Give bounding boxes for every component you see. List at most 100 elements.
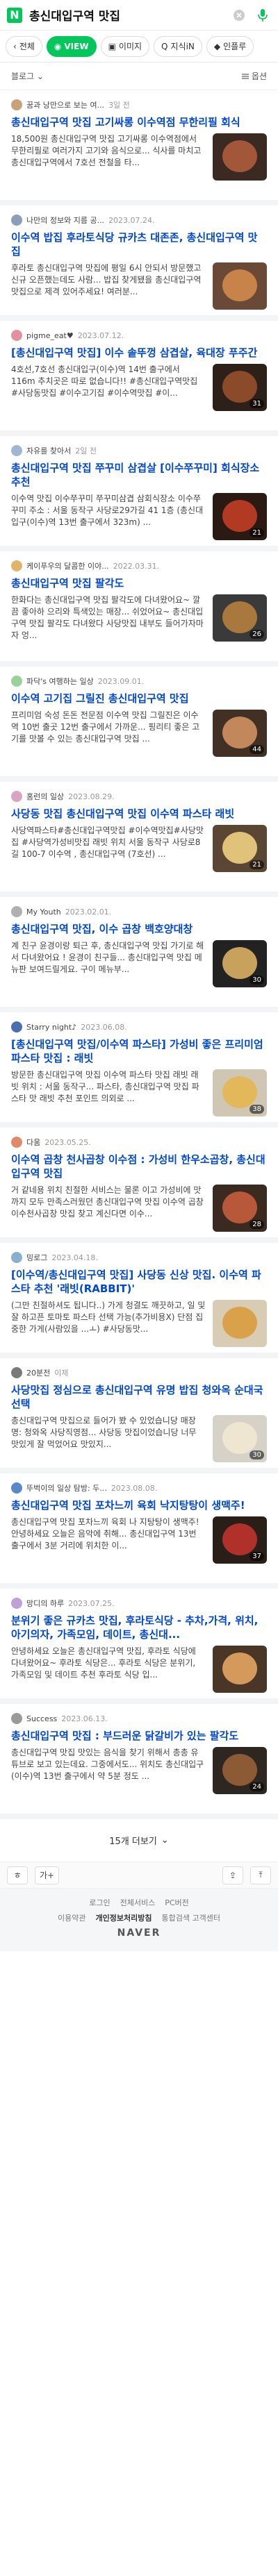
result-title-link[interactable]: 총신대입구역 맛집 : 부드러운 닭갈비가 있는 팔각도: [11, 1729, 267, 1743]
author-name[interactable]: 20분전: [26, 1367, 50, 1378]
naver-logo[interactable]: N: [7, 7, 22, 23]
avatar[interactable]: [11, 215, 22, 226]
footer-link[interactable]: 이용약관: [58, 1912, 85, 1923]
avatar[interactable]: [11, 330, 22, 341]
author-name[interactable]: My Youth: [26, 908, 61, 917]
footer-link[interactable]: 로그인: [89, 1897, 110, 1908]
result-thumbnail[interactable]: 30: [213, 1415, 267, 1462]
result-snippet[interactable]: 안녕하세요 오늘은 총신대입구역 맛집, 후라토 식당에 다녀왔어요~ 후라토 …: [11, 1646, 206, 1693]
result-snippet[interactable]: 사당역파스타#총신대입구역맛집 #이수역맛집#사당맛집 #사당역가성비맛집 래빗…: [11, 825, 206, 872]
author-name[interactable]: 뚜벅이의 일상 탐방: 두...: [26, 1482, 107, 1494]
result-title-link[interactable]: 분위기 좋은 규카츠 맛집, 후라토식당 - 추차,가격, 위치, 아기의자, …: [11, 1614, 267, 1641]
result-snippet[interactable]: 총신대입구역 맛집 맛있는 음식을 찾기 위해서 총총 유튜브로 보고 있는데요…: [11, 1747, 206, 1794]
result-title-link[interactable]: 이수역 고기집 그릴진 총신대입구역 맛집: [11, 692, 267, 705]
avatar[interactable]: [11, 676, 22, 687]
avatar[interactable]: [11, 906, 22, 917]
author-name[interactable]: 꿈과 낭만으로 보는 여...: [26, 99, 104, 110]
result-snippet[interactable]: 18,500원 총신대입구역 맛집 고기싸롱 이수역점에서 무한리필로 여러가지…: [11, 133, 206, 181]
avatar[interactable]: [11, 1367, 22, 1378]
author-name[interactable]: 케이푸우의 달콤한 이야...: [26, 560, 109, 571]
author-name[interactable]: Success: [26, 1714, 57, 1723]
result-title-link[interactable]: 총신대입구역 맛집 팔각도: [11, 576, 267, 590]
result-title-link[interactable]: 이수역 곱창 천사곱창 이수점 : 가성비 한우소곱창, 총신대입구역 맛집: [11, 1153, 267, 1180]
author-name[interactable]: 망디의 하루: [26, 1598, 64, 1609]
author-name[interactable]: 나만의 정보와 지름 공...: [26, 215, 104, 226]
tab-3[interactable]: Q 지식iN: [154, 35, 202, 57]
result-thumbnail[interactable]: 30: [213, 940, 267, 987]
result-title-link[interactable]: 총신대입구역 맛집, 이수 곱창 백호양대창: [11, 922, 267, 936]
author-name[interactable]: Starry night♪: [26, 1023, 76, 1032]
footer-link[interactable]: 전체서비스: [120, 1897, 156, 1908]
author-name[interactable]: 홈런의 일상: [26, 791, 64, 802]
result-thumbnail[interactable]: 31: [213, 364, 267, 411]
voice-search-icon[interactable]: [254, 7, 271, 24]
avatar[interactable]: [11, 791, 22, 802]
result-snippet[interactable]: 한화다는 총신대입구역 맛집 팔각도에 다녀왔어요~ 깔끔 좋아하 으리와 특색…: [11, 594, 206, 642]
author-name[interactable]: 자유를 찾아서: [26, 445, 71, 456]
result-thumbnail[interactable]: [213, 133, 267, 181]
search-query[interactable]: 총신대입구역 맛집: [29, 6, 224, 24]
footer-link[interactable]: PC버전: [165, 1897, 189, 1908]
keyboard-button[interactable]: ㅎ: [7, 1866, 28, 1884]
result-snippet[interactable]: 방문한 총신대입구역 맛집 이수역 파스타 맛집 래빗 래빗 위치 : 서울 동…: [11, 1069, 206, 1116]
more-section: 15개 더보기 ⌄: [0, 1819, 278, 1862]
options-button[interactable]: 옵션: [241, 70, 267, 82]
result-thumbnail[interactable]: [213, 1646, 267, 1693]
avatar[interactable]: [11, 1252, 22, 1263]
avatar[interactable]: [11, 99, 22, 110]
result-snippet[interactable]: (그만 친절하셔도 됩니다..) 가게 청결도 깨끗하고, 일 및 잘 하고픈 …: [11, 1300, 206, 1347]
author-name[interactable]: 파닥's 여행하는 일상: [26, 676, 94, 687]
result-title-link[interactable]: [이수역/총신대입구역 맛집] 사당동 신상 맛집. 이수역 파스타 추천 '래…: [11, 1268, 267, 1296]
font-size-button[interactable]: 가+: [35, 1866, 60, 1884]
result-thumbnail[interactable]: 21: [213, 825, 267, 872]
result-snippet[interactable]: 거 같네용 위치 친절한 서비스는 물론 이고 가성비에 맛까지 모두 만족스러…: [11, 1185, 206, 1232]
tab-0[interactable]: ‹ 전체: [6, 35, 42, 57]
avatar[interactable]: [11, 1137, 22, 1148]
result-title-link[interactable]: 사당맛집 정심으로 총신대입구역 유명 밥집 청와옥 순대국 선택: [11, 1383, 267, 1411]
result-thumbnail[interactable]: 44: [213, 710, 267, 757]
result-title-link[interactable]: 총신대입구역 맛집 고기싸롱 이수역점 무한리필 회식: [11, 115, 267, 129]
scroll-top-button[interactable]: ⤒: [250, 1866, 271, 1884]
result-title-link[interactable]: 사당동 맛집 총신대입구역 맛집 이수역 파스타 래빗: [11, 807, 267, 821]
author-name[interactable]: 다움: [26, 1137, 40, 1148]
result-thumbnail[interactable]: 24: [213, 1747, 267, 1794]
footer-link[interactable]: 개인정보처리방침: [96, 1912, 152, 1923]
blog-filter-dropdown[interactable]: 블로그 ⌄: [11, 70, 44, 82]
result-thumbnail[interactable]: 28: [213, 1185, 267, 1232]
avatar[interactable]: [11, 560, 22, 571]
image-count-badge: 24: [250, 1782, 264, 1791]
result-snippet[interactable]: 이수역 맛집 이수쭈꾸미 쭈꾸미삼겹 삼회식장소 이수쭈꾸미 주소 : 서울 동…: [11, 493, 206, 540]
avatar[interactable]: [11, 1598, 22, 1609]
tab-2[interactable]: ▣ 이미지: [100, 35, 150, 57]
result-thumbnail[interactable]: 37: [213, 1516, 267, 1564]
result-item: 20분전 이제 사당맛집 정심으로 총신대입구역 유명 밥집 청와옥 순대국 선택 총…: [0, 1358, 278, 1473]
result-snippet[interactable]: 4호선,7호선 총신대입구(이수)역 14번 출구에서 116m 추치곳은 따로…: [11, 364, 206, 411]
footer-link[interactable]: 통합검색 고객센터: [161, 1912, 220, 1923]
tab-1[interactable]: ◉ VIEW: [46, 35, 97, 57]
result-title-link[interactable]: 총신대입구역 맛집 쭈꾸미 삼겹살 [이수쭈꾸미] 회식장소 추천: [11, 461, 267, 489]
result-thumbnail[interactable]: [213, 1300, 267, 1347]
result-thumbnail[interactable]: 21: [213, 493, 267, 540]
clear-icon[interactable]: [231, 7, 247, 24]
result-snippet[interactable]: 후라토 총신대입구역 맛집에 평일 6시 안되서 방문했고 신규 오픈했는데도 …: [11, 262, 206, 310]
result-thumbnail[interactable]: 26: [213, 594, 267, 642]
author-name[interactable]: 밍로그: [26, 1252, 47, 1263]
result-title-link[interactable]: [총신대입구역 맛집] 이수 솥뚜껑 삼겹살, 육대장 푸주간: [11, 346, 267, 360]
more-button[interactable]: 15개 더보기 ⌄: [109, 1834, 168, 1847]
result-title-link[interactable]: 총신대입구역 맛집 포차느끼 육회 낙지탕탕이 생맥주!: [11, 1498, 267, 1512]
avatar[interactable]: [11, 445, 22, 456]
result-snippet[interactable]: 프리미엄 숙성 돈돈 전문점 이수역 맛집 그릴진은 이수역 10번 출곳 12…: [11, 710, 206, 757]
result-thumbnail[interactable]: 38: [213, 1069, 267, 1116]
result-snippet[interactable]: 총신대입구역 맛집 포차느끼 육회 나 지탕탕이 생맥주! 안녕하세요 오늘은 …: [11, 1516, 206, 1564]
result-snippet[interactable]: 계 친구 윤경이랑 퇴근 후, 총신대입구역 맛집 가기로 해서 다녀왔어요 !…: [11, 940, 206, 987]
avatar[interactable]: [11, 1482, 22, 1494]
share-button[interactable]: ⇪: [222, 1866, 243, 1884]
result-title-link[interactable]: 이수역 밥집 후라토식당 규카츠 대존존, 총신대입구역 맛집: [11, 231, 267, 258]
avatar[interactable]: [11, 1021, 22, 1032]
tab-4[interactable]: ◆ 인플루: [206, 35, 254, 57]
result-thumbnail[interactable]: [213, 262, 267, 310]
author-name[interactable]: pigme_eat♥: [26, 331, 74, 340]
result-snippet[interactable]: 총신대입구역 맛집으로 들어가 봤 수 있었습니당 매장명: 청와옥 사당직영점…: [11, 1415, 206, 1462]
result-title-link[interactable]: [총신대입구역 맛집/이수역 파스타] 가성비 좋은 프리미엄 파스타 맛집 :…: [11, 1037, 267, 1065]
avatar[interactable]: [11, 1713, 22, 1724]
